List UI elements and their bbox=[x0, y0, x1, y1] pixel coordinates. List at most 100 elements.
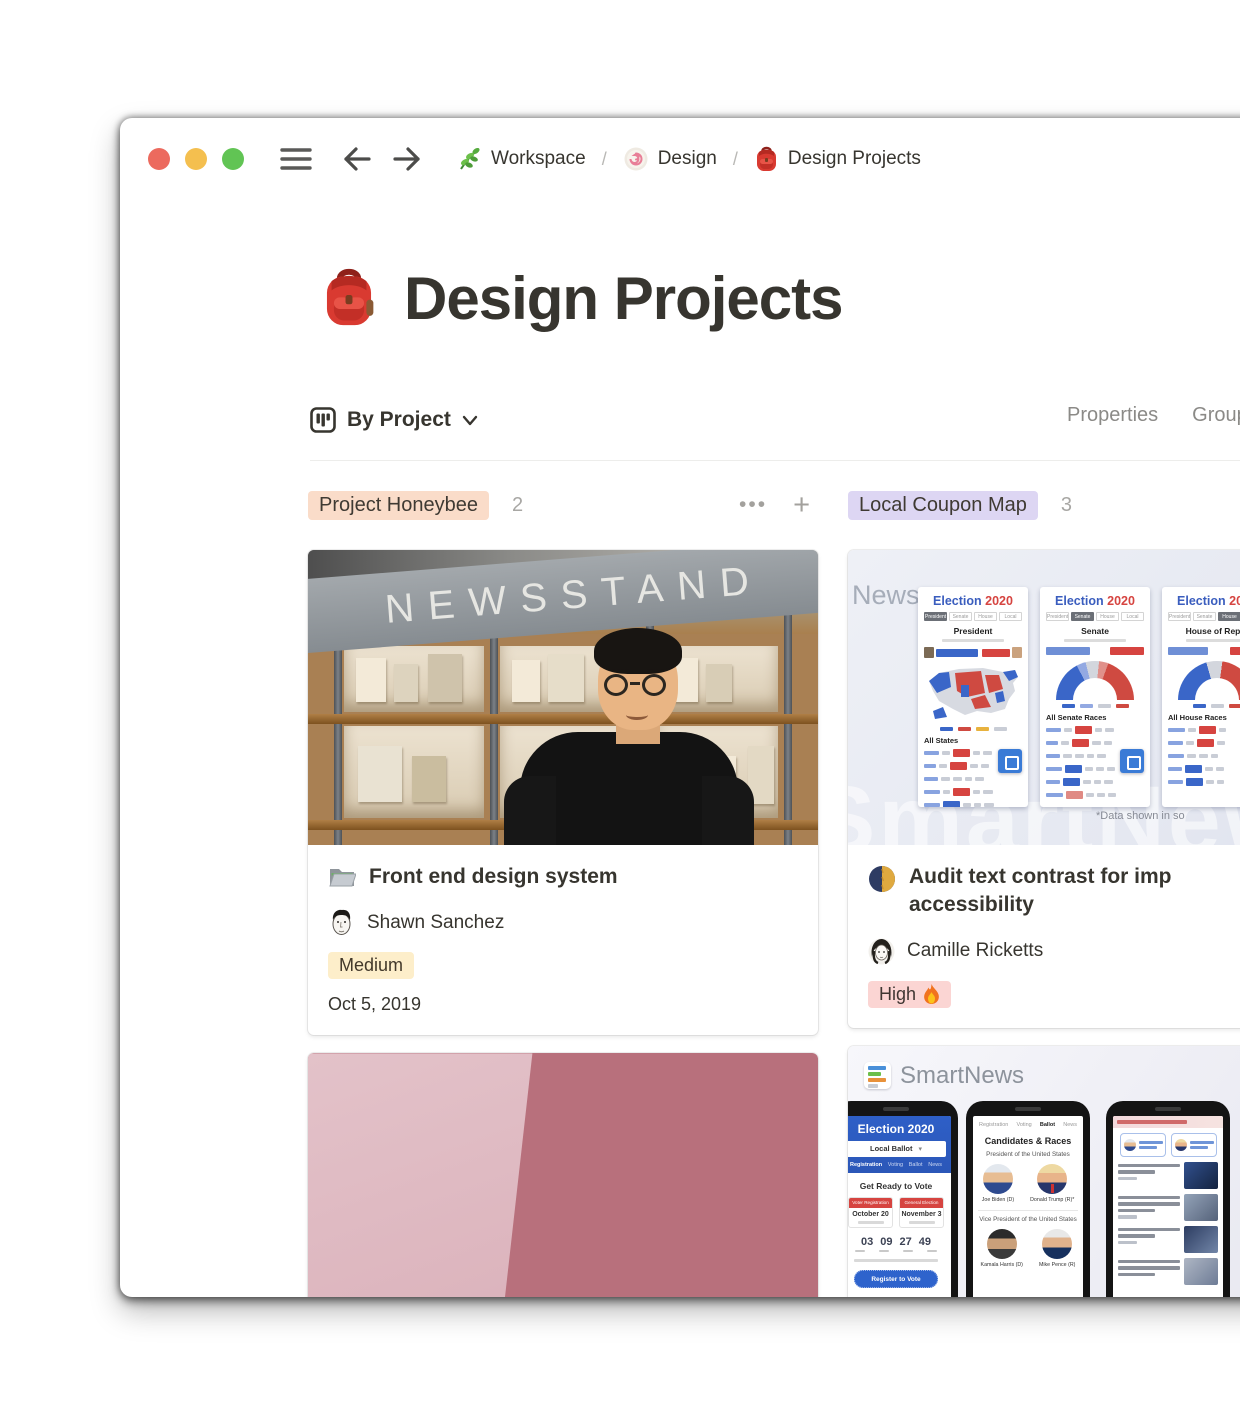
card-assignee-row: Shawn Sanchez bbox=[328, 908, 798, 937]
mock-title: Election bbox=[1055, 594, 1104, 608]
mock-tab: Senate bbox=[949, 612, 972, 621]
mock-title: Election bbox=[1177, 594, 1226, 608]
mock-smartnews-logo: SmartNews bbox=[864, 1062, 1024, 1090]
backpack-icon[interactable] bbox=[320, 267, 378, 330]
page-title[interactable]: Design Projects bbox=[404, 264, 843, 333]
mock-shelf-post bbox=[490, 608, 498, 845]
priority-label: High bbox=[879, 984, 916, 1005]
mock-countdown: 27 bbox=[900, 1236, 912, 1248]
folder-icon bbox=[328, 864, 356, 889]
page-header: Design Projects bbox=[320, 264, 843, 333]
mock-card-title: Voter Registration bbox=[849, 1198, 892, 1208]
avatar-camille-ricketts bbox=[868, 937, 895, 966]
view-switcher[interactable]: By Project bbox=[310, 407, 478, 433]
card-front-end-design-system[interactable]: NEWSSTAND bbox=[308, 550, 818, 1035]
mock-card-title: General Election bbox=[900, 1198, 943, 1208]
card-date: Oct 5, 2019 bbox=[328, 994, 798, 1015]
properties-button[interactable]: Properties bbox=[1067, 404, 1158, 427]
mock-shelf-board bbox=[308, 714, 818, 724]
mock-heading: President bbox=[924, 626, 1022, 636]
backpack-icon bbox=[754, 146, 779, 173]
mock-person-smile bbox=[626, 710, 648, 720]
mock-phone-ballot: Election 2020 Local Ballot ▾ Registratio… bbox=[848, 1101, 958, 1297]
smartnews-logo-icon bbox=[864, 1062, 891, 1089]
mock-table-title: All Senate Races bbox=[1046, 713, 1144, 722]
mock-name: Donald Trump (R)* bbox=[1030, 1197, 1074, 1203]
mock-heading: House of Repre bbox=[1168, 626, 1240, 636]
view-name: By Project bbox=[347, 408, 451, 432]
mock-person-arm bbox=[504, 776, 556, 845]
close-button[interactable] bbox=[148, 148, 170, 170]
herb-icon bbox=[456, 146, 482, 172]
zoom-button[interactable] bbox=[222, 148, 244, 170]
priority-badge: Medium bbox=[328, 952, 414, 979]
mock-tab: News bbox=[1063, 1122, 1077, 1128]
mock-person-fringe bbox=[600, 658, 676, 670]
toolbar-divider bbox=[310, 460, 1240, 461]
mock-senate-arc-chart bbox=[1056, 661, 1134, 700]
card-pink-paper[interactable] bbox=[308, 1053, 818, 1297]
hamburger-menu-icon[interactable] bbox=[280, 147, 312, 171]
newsstand-sign-text: NEWSSTAND bbox=[384, 558, 765, 633]
mock-share-button bbox=[1120, 749, 1144, 773]
mock-magazine bbox=[428, 654, 462, 702]
mock-tab: Senate bbox=[1071, 612, 1094, 621]
board-column-project-honeybee: Project Honeybee 2 ••• + bbox=[308, 488, 818, 1297]
group-by-button[interactable]: Group by Projec bbox=[1192, 404, 1240, 427]
mock-table-title: All House Races bbox=[1168, 713, 1240, 722]
mock-magazine bbox=[706, 664, 732, 702]
mock-countdown: 49 bbox=[919, 1236, 931, 1248]
breadcrumb-item-design-projects[interactable]: Design Projects bbox=[754, 146, 921, 173]
mock-tab: House bbox=[1096, 612, 1119, 621]
kanban-board: Project Honeybee 2 ••• + bbox=[308, 488, 1240, 1297]
mock-tab: Voting bbox=[1016, 1122, 1031, 1128]
breadcrumb-label: Design bbox=[658, 148, 717, 170]
mock-tab: President bbox=[1046, 612, 1069, 621]
back-arrow-icon[interactable] bbox=[342, 146, 372, 172]
column-header: Project Honeybee 2 ••• + bbox=[308, 488, 818, 522]
column-name-badge[interactable]: Local Coupon Map bbox=[848, 491, 1038, 520]
column-name-badge[interactable]: Project Honeybee bbox=[308, 491, 489, 520]
window-topbar: Workspace / Design / Design Projects bbox=[120, 136, 1240, 182]
assignee-name: Shawn Sanchez bbox=[367, 912, 504, 934]
fish-cake-icon bbox=[623, 146, 649, 172]
mock-card-date: November 3 bbox=[900, 1211, 943, 1218]
mock-tab: House bbox=[974, 612, 997, 621]
mock-name: Joe Biden (D) bbox=[982, 1197, 1014, 1203]
view-bar: By Project Properties Group by Projec bbox=[310, 400, 1240, 440]
mock-tab: Registration bbox=[850, 1162, 882, 1168]
mock-table-title: All States bbox=[924, 736, 1022, 745]
breadcrumb-separator: / bbox=[730, 149, 741, 170]
mock-countdown: 03 bbox=[861, 1236, 873, 1248]
forward-arrow-icon[interactable] bbox=[392, 146, 422, 172]
mock-countdown: 09 bbox=[880, 1236, 892, 1248]
mock-corner-text: News bbox=[852, 580, 920, 611]
mock-phone-screenshot-senate: Election 2020 President Senate House Loc… bbox=[1040, 587, 1150, 807]
card-audit-text-contrast[interactable]: SmartNews News Election 2020 President S… bbox=[848, 550, 1240, 1028]
column-add-button[interactable]: + bbox=[793, 491, 810, 520]
mock-title: 2020 bbox=[985, 594, 1013, 608]
mock-section: President of the United States bbox=[973, 1151, 1083, 1158]
board-column-local-coupon-map: Local Coupon Map 3 SmartNews News Electi… bbox=[848, 488, 1240, 1297]
column-more-button[interactable]: ••• bbox=[739, 493, 767, 517]
mock-tab: Registration bbox=[979, 1122, 1008, 1128]
card-cover-smartnews: SmartNews Election 2020 Local Ballot ▾ bbox=[848, 1046, 1240, 1297]
mock-tab: Local bbox=[1121, 612, 1144, 621]
mock-heading: Senate bbox=[1046, 626, 1144, 636]
mock-photo-trump bbox=[1037, 1164, 1067, 1194]
column-count: 2 bbox=[512, 494, 523, 517]
breadcrumb-item-design[interactable]: Design bbox=[623, 146, 717, 172]
app-window: Workspace / Design / Design Projects Des… bbox=[120, 118, 1240, 1297]
breadcrumb-item-workspace[interactable]: Workspace bbox=[456, 146, 586, 172]
minimize-button[interactable] bbox=[185, 148, 207, 170]
mock-magazine bbox=[358, 746, 402, 802]
mock-phone-candidates: Registration Voting Ballot News Candidat… bbox=[966, 1101, 1090, 1297]
chevron-down-icon bbox=[462, 415, 478, 426]
priority-badge: High bbox=[868, 981, 951, 1008]
avatar-shawn-sanchez bbox=[328, 908, 355, 937]
card-smartnews-phones[interactable]: SmartNews Election 2020 Local Ballot ▾ bbox=[848, 1046, 1240, 1297]
mock-tab: Local bbox=[999, 612, 1022, 621]
mock-heading: Candidates & Races bbox=[973, 1136, 1083, 1146]
card-title: Audit text contrast for imp accessibilit… bbox=[909, 863, 1172, 920]
breadcrumb-label: Workspace bbox=[491, 148, 586, 170]
